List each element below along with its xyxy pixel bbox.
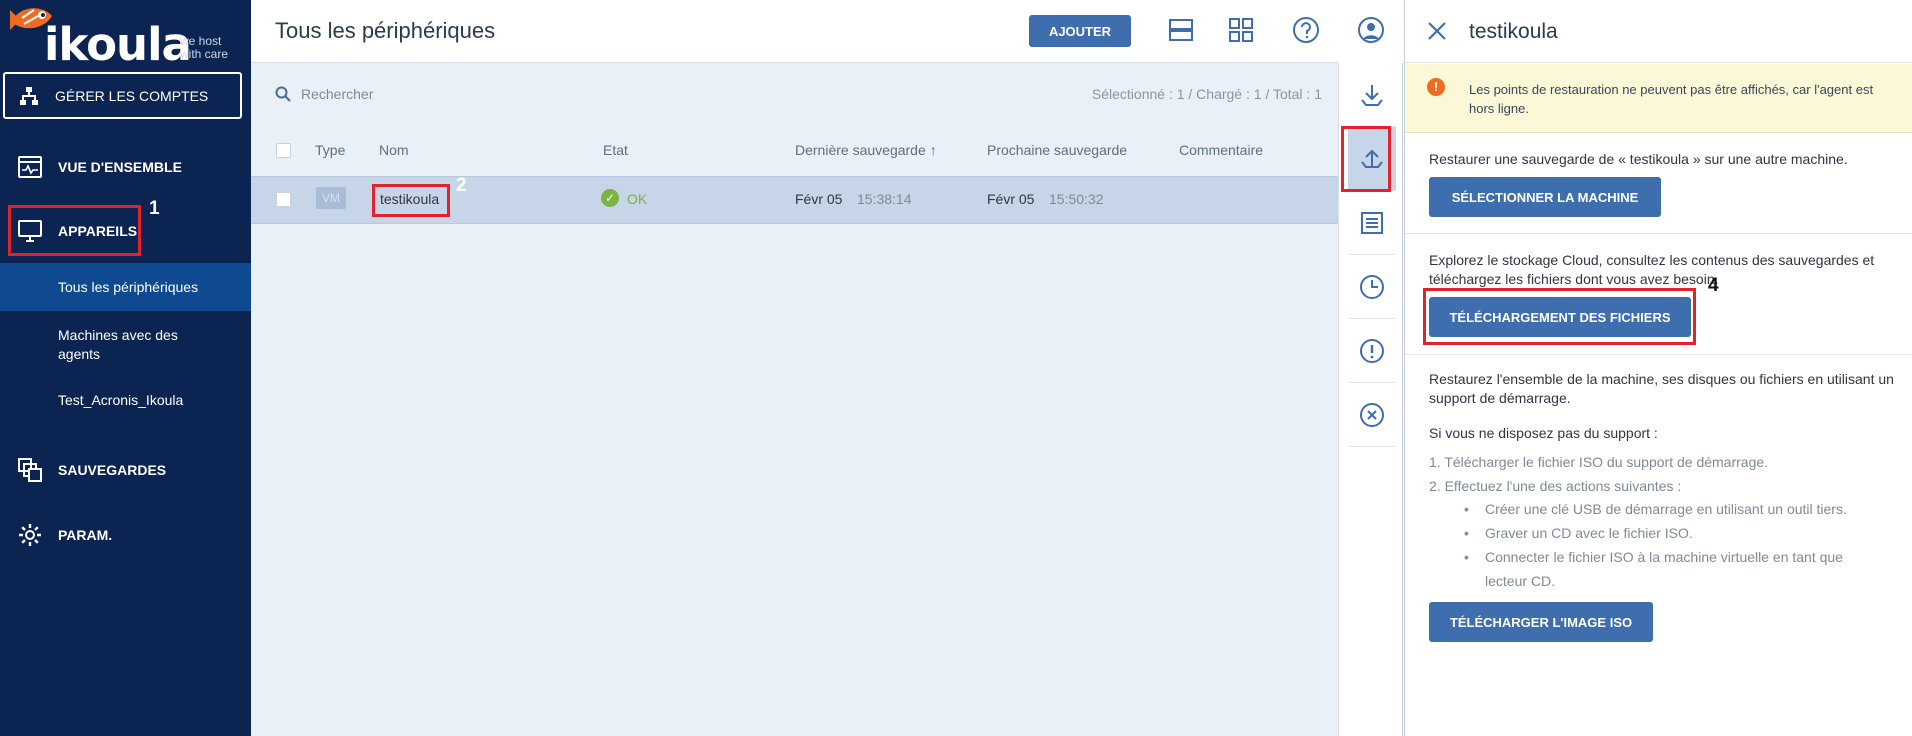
last-backup-date: Févr 05 xyxy=(795,191,843,207)
select-machine-button[interactable]: SÉLECTIONNER LA MACHINE xyxy=(1429,177,1661,217)
column-header-state[interactable]: Etat xyxy=(603,142,628,158)
step-number-2: 2 xyxy=(456,175,467,196)
activities-action[interactable] xyxy=(1348,255,1396,319)
highlight-box-4 xyxy=(1423,288,1696,345)
status-text: OK xyxy=(627,191,648,207)
column-header-next-backup[interactable]: Prochaine sauvegarde xyxy=(987,142,1127,158)
column-header-type[interactable]: Type xyxy=(315,142,345,158)
sidebar-item-machines-with-agents[interactable]: Machines avec des agents xyxy=(0,326,200,364)
nav-overview-label: VUE D'ENSEMBLE xyxy=(58,159,182,175)
panel-title: testikoula xyxy=(1469,20,1558,43)
divider xyxy=(1405,233,1912,234)
nav-settings[interactable]: PARAM. xyxy=(0,520,251,550)
bullet-iso-text: Connecter le fichier ISO à la machine vi… xyxy=(1485,549,1843,589)
delete-circle-icon xyxy=(1360,402,1384,427)
add-button[interactable]: AJOUTER xyxy=(1029,15,1131,47)
highlight-box-3 xyxy=(1341,126,1391,192)
warning-text: Les points de restauration ne peuvent pa… xyxy=(1469,82,1874,116)
vm-icon: VM xyxy=(316,187,346,209)
alert-icon xyxy=(1360,338,1384,363)
column-header-comment[interactable]: Commentaire xyxy=(1179,142,1263,158)
recovery-panel: testikoula ! Les points de restauration … xyxy=(1404,0,1912,736)
sidebar-item-all-devices[interactable]: Tous les périphériques xyxy=(0,263,251,311)
step-number-4: 4 xyxy=(1708,275,1719,296)
search-field[interactable]: Rechercher xyxy=(275,86,373,102)
download-iso-button[interactable]: TÉLÉCHARGER L'IMAGE ISO xyxy=(1429,602,1653,642)
dashboard-icon xyxy=(18,156,42,178)
table-row[interactable]: VM testikoula 2 ✓ OK Févr 05 15:38:14 Fé… xyxy=(251,175,1338,224)
ok-status-icon: ✓ xyxy=(601,189,619,207)
next-backup-time: 15:50:32 xyxy=(1049,191,1104,207)
bullet-usb: • xyxy=(1464,501,1469,517)
nav-backups-label: SAUVEGARDES xyxy=(58,462,167,478)
panel-header: testikoula xyxy=(1405,0,1912,63)
row-checkbox[interactable] xyxy=(276,192,291,207)
sort-arrow-icon: ↑ xyxy=(929,142,937,158)
sidebar: ikoula we host with care GÉRER LES COMPTE… xyxy=(0,0,251,736)
backups-icon xyxy=(18,458,42,482)
bullet-iso: • xyxy=(1464,549,1469,565)
divider xyxy=(1405,354,1912,355)
logo-wordmark: ikoula xyxy=(44,18,192,71)
download-backup-icon xyxy=(1361,84,1383,106)
backup-action[interactable] xyxy=(1348,63,1396,127)
selection-stats: Sélectionné : 1 / Chargé : 1 / Total : 1 xyxy=(1091,86,1322,102)
close-icon[interactable] xyxy=(1427,21,1447,41)
details-action[interactable] xyxy=(1348,191,1396,255)
column-header-name[interactable]: Nom xyxy=(379,142,409,158)
org-chart-icon xyxy=(20,86,38,105)
search-placeholder: Rechercher xyxy=(301,86,374,102)
select-all-checkbox[interactable] xyxy=(276,143,291,158)
next-backup-date: Févr 05 xyxy=(987,191,1035,207)
nav-settings-label: PARAM. xyxy=(58,527,113,543)
ikoula-logo[interactable]: ikoula we host with care xyxy=(0,0,251,71)
step-number-1: 1 xyxy=(149,198,160,219)
column-header-last-backup[interactable]: Dernière sauvegarde ↑ xyxy=(795,142,937,158)
details-list-icon xyxy=(1361,211,1383,234)
highlight-box-2 xyxy=(372,184,450,217)
manage-accounts-button[interactable]: GÉRER LES COMPTES xyxy=(3,72,242,119)
step-2-text: 2. Effectuez l'une des actions suivantes… xyxy=(1429,478,1682,494)
main-area: Tous les périphériques AJOUTER Recherche… xyxy=(251,0,1384,736)
explore-description: Explorez le stockage Cloud, consultez le… xyxy=(1429,252,1875,287)
delete-action[interactable] xyxy=(1348,383,1396,447)
alerts-action[interactable] xyxy=(1348,319,1396,383)
logo-tagline: we host with care xyxy=(180,34,229,61)
no-media-text: Si vous ne disposez pas du support : xyxy=(1429,425,1658,441)
restore-description: Restaurer une sauvegarde de « testikoula… xyxy=(1429,151,1848,167)
action-strip: 3 xyxy=(1338,63,1422,736)
nav-backups[interactable]: SAUVEGARDES xyxy=(0,455,251,485)
bootable-media-description: Restaurez l'ensemble de la machine, ses … xyxy=(1429,371,1894,406)
help-icon[interactable] xyxy=(1292,15,1320,45)
gear-icon xyxy=(19,524,41,546)
tile-view-icon[interactable] xyxy=(1228,15,1254,45)
bullet-cd: • xyxy=(1464,525,1469,541)
bullet-cd-text: Graver un CD avec le fichier ISO. xyxy=(1485,525,1693,541)
user-account-icon[interactable] xyxy=(1357,15,1385,45)
page-title: Tous les périphériques xyxy=(275,18,496,43)
highlight-box-1 xyxy=(8,205,141,256)
last-backup-time: 15:38:14 xyxy=(857,191,912,207)
search-icon xyxy=(275,86,291,102)
list-view-icon[interactable] xyxy=(1168,15,1194,45)
clock-icon xyxy=(1360,274,1384,299)
warning-banner: ! Les points de restauration ne peuvent … xyxy=(1405,64,1912,133)
step-1-text: 1. Télécharger le fichier ISO du support… xyxy=(1429,454,1769,470)
top-bar: Tous les périphériques AJOUTER xyxy=(251,0,1384,63)
sidebar-item-test-acronis[interactable]: Test_Acronis_Ikoula xyxy=(0,391,251,410)
warning-icon: ! xyxy=(1427,78,1445,96)
manage-accounts-label: GÉRER LES COMPTES xyxy=(55,87,209,104)
bullet-usb-text: Créer une clé USB de démarrage en utilis… xyxy=(1485,501,1847,517)
nav-overview[interactable]: VUE D'ENSEMBLE xyxy=(0,152,251,182)
